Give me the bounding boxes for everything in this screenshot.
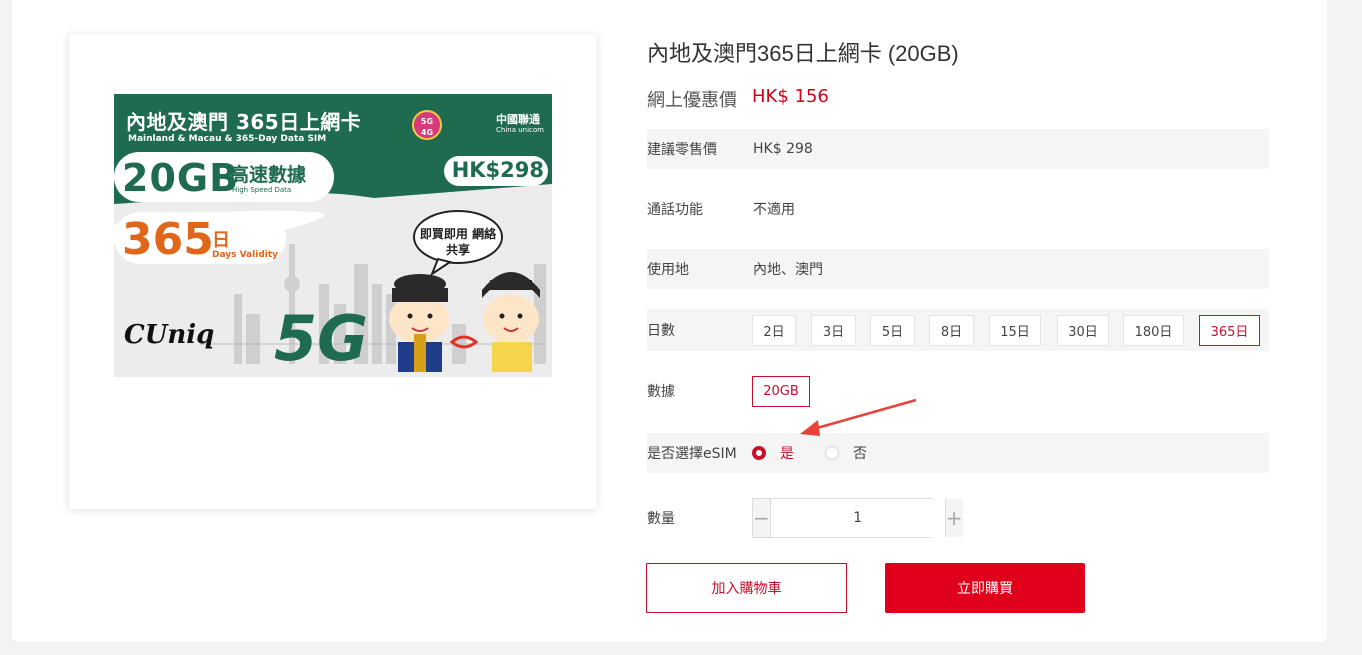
- product-image: 內地及澳門 365日上網卡 Mainland & Macau & 365-Day…: [114, 94, 552, 377]
- annotation-arrow: [800, 398, 917, 436]
- esim-yes-label: 是: [780, 446, 794, 462]
- sim-5g-4g-badge: 5G 4G: [412, 110, 442, 140]
- esim-yes-option[interactable]: 是: [752, 433, 794, 473]
- minus-icon: −: [753, 506, 770, 530]
- esim-label: 是否選擇eSIM: [647, 446, 737, 462]
- days-option-5[interactable]: 5日: [870, 315, 915, 346]
- rrp-label: 建議零售價: [647, 142, 717, 158]
- sim-days-validity: Days Validity: [212, 250, 279, 260]
- add-to-cart-button[interactable]: 加入購物車: [646, 563, 847, 613]
- days-option-365[interactable]: 365日: [1199, 315, 1260, 346]
- esim-yes-radio[interactable]: [752, 446, 766, 460]
- sim-operator-logo: 中國聯通 China unicom: [496, 114, 544, 136]
- call-row: 通話功能 不適用: [647, 189, 1269, 229]
- quantity-increment-button[interactable]: +: [944, 499, 963, 537]
- data-label: 數據: [647, 384, 675, 400]
- days-option-15[interactable]: 15日: [989, 315, 1041, 346]
- days-label: 日數: [647, 323, 675, 339]
- buy-now-button[interactable]: 立即購買: [885, 563, 1085, 613]
- sim-day-char: 日: [212, 230, 230, 251]
- price-value: HK$ 156: [752, 86, 829, 107]
- region-label: 使用地: [647, 262, 689, 278]
- sim-title: 內地及澳門 365日上網卡: [126, 110, 362, 134]
- call-label: 通話功能: [647, 202, 703, 218]
- sim-operator-name: 中國聯通: [496, 113, 540, 126]
- esim-no-label: 否: [853, 446, 867, 462]
- product-title: 內地及澳門365日上網卡 (20GB): [647, 41, 959, 66]
- days-option-180[interactable]: 180日: [1123, 315, 1184, 346]
- days-row: 日數 2日 3日 5日 8日 15日 30日 180日 365日: [647, 309, 1269, 351]
- days-option-3[interactable]: 3日: [811, 315, 856, 346]
- esim-no-radio[interactable]: [825, 446, 839, 460]
- call-value: 不適用: [753, 202, 795, 218]
- esim-no-option[interactable]: 否: [825, 433, 867, 473]
- sim-price: HK$298: [451, 158, 544, 182]
- sim-high-speed-en: High Speed Data: [232, 186, 292, 194]
- quantity-stepper: − +: [752, 498, 963, 538]
- days-option-2[interactable]: 2日: [752, 315, 796, 346]
- data-row: 數據 20GB: [647, 370, 1269, 412]
- esim-row: 是否選擇eSIM 是 否: [647, 433, 1269, 473]
- rrp-value: HK$ 298: [753, 141, 813, 157]
- sim-high-speed: 高速數據: [230, 164, 307, 186]
- days-option-30[interactable]: 30日: [1057, 315, 1109, 346]
- region-value: 內地、澳門: [753, 262, 823, 278]
- quantity-decrement-button[interactable]: −: [753, 499, 771, 537]
- quantity-label: 數量: [647, 511, 675, 527]
- sim-brand-logo: CUniq: [124, 320, 215, 350]
- rrp-row: 建議零售價 HK$ 298: [647, 129, 1269, 169]
- sim-network: 5G: [274, 302, 369, 375]
- sim-speech-bubble: 即買即用 網絡共享: [419, 227, 497, 257]
- days-option-8[interactable]: 8日: [929, 315, 974, 346]
- quantity-input[interactable]: [770, 499, 945, 537]
- sim-subtitle: Mainland & Macau & 365-Day Data SIM: [128, 134, 327, 144]
- plus-icon: +: [945, 506, 963, 530]
- price-label: 網上優惠價: [647, 90, 737, 111]
- sim-days: 365: [122, 214, 214, 265]
- sim-operator-name-en: China unicom: [496, 126, 544, 134]
- region-row: 使用地 內地、澳門: [647, 249, 1269, 289]
- sim-data-amount: 20GB: [122, 156, 240, 200]
